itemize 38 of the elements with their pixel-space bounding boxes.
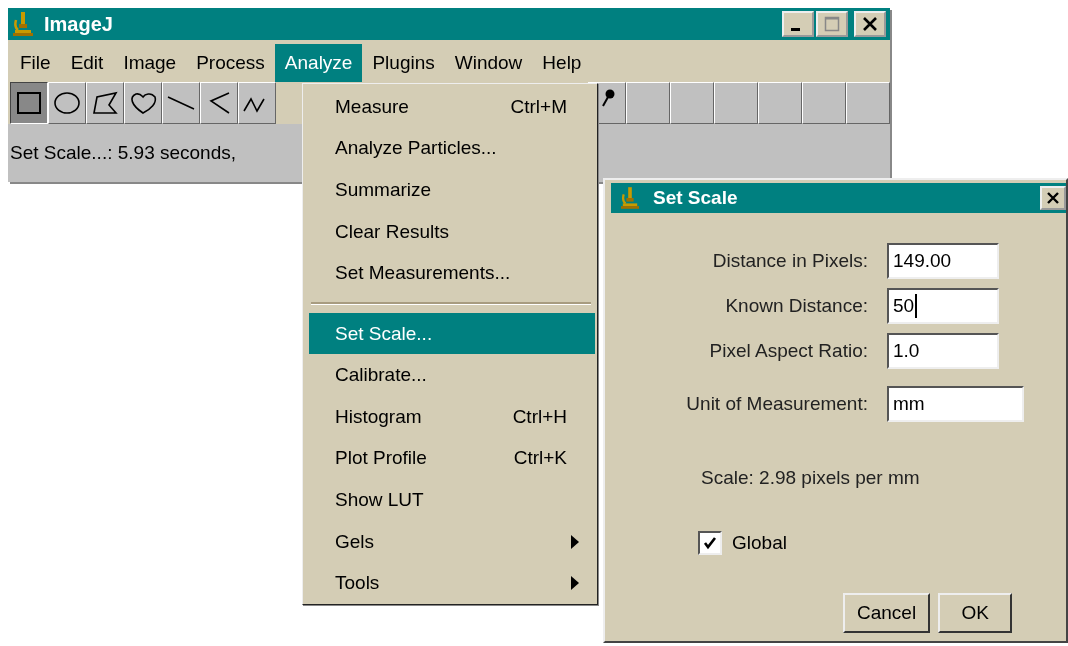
input-field[interactable]: 50 <box>887 288 999 324</box>
menu-item[interactable]: Clear Results <box>309 210 595 253</box>
menu-item[interactable]: Histogram Ctrl+H <box>309 396 595 438</box>
dialog-title: Set Scale <box>653 187 739 209</box>
shortcut-text: Ctrl+M <box>510 95 567 118</box>
menu-item[interactable]: Calibrate... <box>309 354 595 397</box>
field-label: Distance in Pixels: <box>711 250 868 272</box>
menu-item[interactable]: Analyze <box>274 44 363 82</box>
shortcut-text: Ctrl+K <box>513 447 567 470</box>
menu-item[interactable]: File <box>10 44 61 82</box>
menu-item[interactable]: Edit <box>60 44 114 82</box>
menu-item[interactable]: Set Scale... <box>309 312 595 355</box>
menu-item[interactable]: Image <box>113 44 187 82</box>
menu-item[interactable]: Process <box>186 44 275 82</box>
menu-item[interactable]: Plot Profile Ctrl+K <box>309 437 595 480</box>
status-text: Set Scale...: 5.93 seconds, <box>10 142 237 164</box>
input-field[interactable]: 1.0 <box>887 333 999 369</box>
menu-item[interactable]: Help <box>532 44 592 82</box>
menu-item[interactable]: Tools <box>309 562 595 604</box>
cancel-button[interactable]: Cancel <box>843 593 931 633</box>
menu-item[interactable]: Window <box>444 44 533 82</box>
field-label: Pixel Aspect Ratio: <box>708 340 868 362</box>
checkbox-label: Global <box>732 532 787 554</box>
window-title: ImageJ <box>44 12 114 36</box>
menu-item[interactable]: Gels <box>309 520 595 563</box>
menu-item[interactable]: Summarize <box>309 169 595 211</box>
menu-item[interactable]: Show LUT <box>309 479 595 521</box>
input-field[interactable]: mm <box>887 386 1024 422</box>
field-label: Known Distance: <box>724 295 868 317</box>
scale-text: Scale: 2.98 pixels per mm <box>701 467 921 489</box>
menu-item[interactable]: Analyze Particles... <box>309 127 595 170</box>
menu-item[interactable]: Plugins <box>362 44 445 82</box>
menu-item[interactable]: Set Measurements... <box>309 252 595 294</box>
shortcut-text: Ctrl+H <box>512 405 567 428</box>
field-label: Unit of Measurement: <box>685 393 868 415</box>
menu-item[interactable]: Measure Ctrl+M <box>309 86 595 128</box>
ok-button[interactable]: OK <box>938 593 1013 633</box>
input-field[interactable]: 149.00 <box>887 243 999 279</box>
